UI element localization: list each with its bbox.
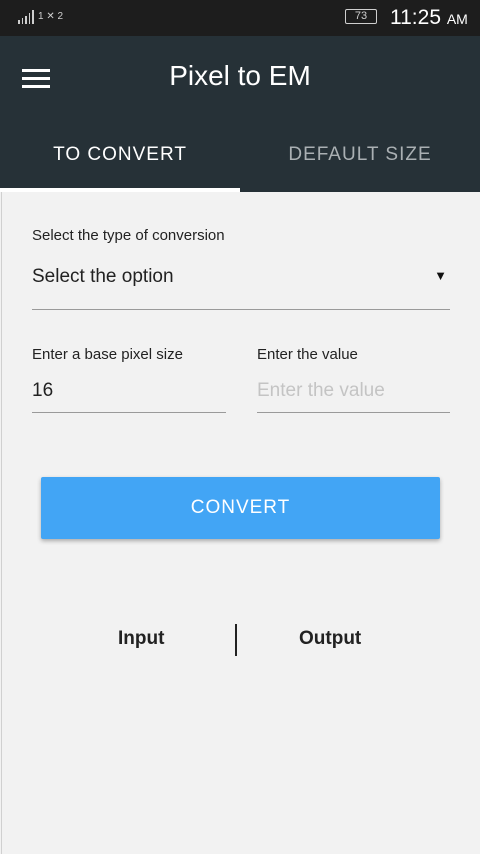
result-divider (235, 624, 237, 656)
output-label: Output (299, 628, 362, 649)
app-bar: Pixel to EM (0, 36, 480, 118)
signal-icon (18, 10, 34, 24)
clock-time: 11:25 (390, 6, 441, 29)
conversion-type-value: Select the option (32, 266, 174, 287)
app-title: Pixel to EM (169, 60, 311, 91)
base-pixel-input[interactable] (32, 369, 226, 413)
status-bar: 1 ✕ 2 73 11:25 AM (0, 0, 480, 36)
tab-default-size-label: DEFAULT SIZE (288, 144, 432, 165)
conversion-type-select[interactable]: Select the option ▼ (32, 252, 450, 310)
tab-default-size[interactable]: DEFAULT SIZE (240, 118, 480, 192)
battery-icon: 73 (345, 9, 377, 24)
convert-panel: Select the type of conversion Select the… (1, 192, 480, 854)
convert-button[interactable]: CONVERT (41, 477, 440, 539)
status-clock: 11:25 AM (390, 6, 468, 30)
sim-indicator: 1 ✕ 2 (38, 11, 64, 22)
dropdown-arrow-icon: ▼ (434, 268, 447, 283)
tab-bar: TO CONVERT DEFAULT SIZE (0, 118, 480, 192)
tab-to-convert[interactable]: TO CONVERT (0, 118, 240, 192)
value-input[interactable] (257, 369, 450, 413)
value-label: Enter the value (257, 346, 358, 363)
base-pixel-label: Enter a base pixel size (32, 346, 183, 363)
clock-ampm: AM (446, 11, 468, 27)
input-label: Input (118, 628, 165, 649)
conversion-type-label: Select the type of conversion (32, 227, 225, 244)
tab-to-convert-label: TO CONVERT (53, 144, 187, 165)
